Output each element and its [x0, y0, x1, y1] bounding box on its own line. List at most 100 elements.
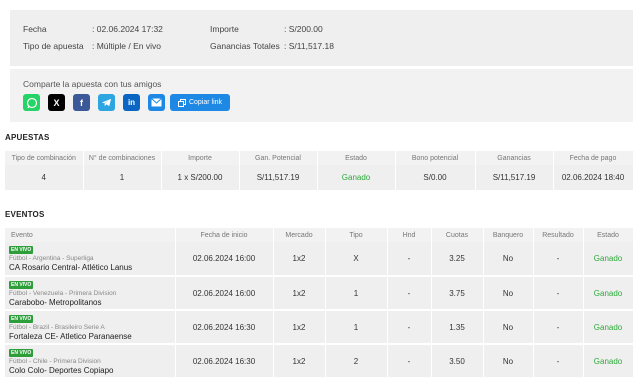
cell-importe: 1 x S/200.00: [161, 165, 240, 190]
cell-estado: Ganado: [583, 344, 634, 379]
cell-tipo: 1: [325, 276, 388, 311]
col-tipo-combinacion: Tipo de combinación: [5, 151, 84, 165]
cell-hnd: -: [387, 344, 432, 379]
cell-tipo: 1: [325, 310, 388, 345]
copy-link-button[interactable]: Copiar link: [170, 94, 230, 111]
cell-fecha-inicio: 02.06.2024 16:30: [175, 344, 274, 379]
linkedin-icon: in: [127, 98, 136, 107]
tipo-value: : Múltiple / En vivo: [92, 41, 161, 51]
cell-ganancias: S/11,517.19: [475, 165, 554, 190]
cell-num-combinaciones: 1: [83, 165, 162, 190]
whatsapp-icon: [26, 97, 37, 108]
col-tipo: Tipo: [325, 228, 388, 242]
event-match: Colo Colo- Deportes Copiapo: [9, 365, 114, 375]
cell-tipo: 2: [325, 344, 388, 379]
bet-summary-panel: Fecha : 02.06.2024 17:32 Tipo de apuesta…: [10, 10, 633, 66]
col-ganancias: Ganancias: [475, 151, 554, 165]
cell-tipo-combinacion: 4: [5, 165, 84, 190]
event-match: Carabobo- Metropolitanos: [9, 297, 102, 307]
col-estado: Estado: [583, 228, 634, 242]
col-resultado: Resultado: [533, 228, 584, 242]
col-fecha-pago: Fecha de pago: [553, 151, 634, 165]
event-league: Fútbol - Venezuela - Primera Division: [9, 289, 117, 297]
event-match: CA Rosario Central- Atlético Lanus: [9, 263, 133, 272]
cell-mercado: 1x2: [273, 276, 326, 311]
telegram-icon: [101, 98, 112, 107]
cell-hnd: -: [387, 242, 432, 277]
fecha-label: Fecha: [23, 24, 47, 34]
bets-header-row: Tipo de combinación N° de combinaciones …: [5, 151, 634, 165]
cell-cuota: 3.50: [431, 344, 484, 379]
events-header-row: Evento Fecha de inicio Mercado Tipo Hnd …: [5, 228, 634, 242]
col-hnd: Hnd: [387, 228, 432, 242]
copy-icon: [177, 98, 186, 107]
cell-gan-potencial: S/11,517.19: [239, 165, 318, 190]
event-cell: EN VIVO Fútbol - Argentina - Superliga C…: [5, 242, 176, 277]
cell-fecha-pago: 02.06.2024 18:40: [553, 165, 634, 190]
cell-bono-potencial: S/0.00: [395, 165, 476, 190]
table-row: EN VIVO Fútbol - Argentina - Superliga C…: [5, 242, 634, 277]
table-row: EN VIVO Fútbol - Brazil - Brasileiro Ser…: [5, 310, 634, 345]
live-badge: EN VIVO: [9, 314, 34, 323]
cell-estado: Ganado: [583, 276, 634, 311]
importe-value: : S/200.00: [284, 24, 323, 34]
cell-fecha-inicio: 02.06.2024 16:00: [175, 242, 274, 277]
importe-label: Importe: [210, 24, 239, 34]
event-cell: EN VIVO Fútbol - Chile - Primera Divisio…: [5, 344, 176, 379]
cell-resultado: -: [533, 276, 584, 311]
live-badge: EN VIVO: [9, 246, 34, 254]
cell-mercado: 1x2: [273, 310, 326, 345]
cell-estado: Ganado: [583, 310, 634, 345]
facebook-button[interactable]: f: [73, 94, 90, 111]
event-cell: EN VIVO Fútbol - Venezuela - Primera Div…: [5, 276, 176, 311]
events-table: Evento Fecha de inicio Mercado Tipo Hnd …: [5, 228, 634, 379]
bets-table: Tipo de combinación N° de combinaciones …: [5, 151, 634, 190]
event-league: Fútbol - Chile - Primera Division: [9, 357, 101, 365]
col-importe: Importe: [161, 151, 240, 165]
live-badge: EN VIVO: [9, 348, 34, 357]
cell-banquero: No: [483, 242, 534, 277]
cell-estado: Ganado: [583, 242, 634, 277]
telegram-button[interactable]: [98, 94, 115, 111]
cell-fecha-inicio: 02.06.2024 16:00: [175, 276, 274, 311]
x-icon: X: [53, 97, 60, 108]
col-estado: Estado: [317, 151, 396, 165]
cell-tipo: X: [325, 242, 388, 277]
share-panel: Comparte la apuesta con tus amigos X f i…: [10, 69, 633, 122]
ganancias-label: Ganancias Totales: [210, 41, 280, 51]
facebook-icon: f: [80, 97, 83, 108]
table-row: EN VIVO Fútbol - Chile - Primera Divisio…: [5, 344, 634, 379]
x-button[interactable]: X: [48, 94, 65, 111]
share-title: Comparte la apuesta con tus amigos: [23, 79, 162, 89]
whatsapp-button[interactable]: [23, 94, 40, 111]
email-icon: [151, 98, 162, 107]
cell-estado: Ganado: [317, 165, 396, 190]
tipo-label: Tipo de apuesta: [23, 41, 84, 51]
cell-cuota: 1.35: [431, 310, 484, 345]
email-button[interactable]: [148, 94, 165, 111]
cell-cuota: 3.75: [431, 276, 484, 311]
table-row: 4 1 1 x S/200.00 S/11,517.19 Ganado S/0.…: [5, 165, 634, 190]
col-mercado: Mercado: [273, 228, 326, 242]
copy-link-label: Copiar link: [188, 99, 223, 106]
col-fecha-inicio: Fecha de inicio: [175, 228, 274, 242]
fecha-value: : 02.06.2024 17:32: [92, 24, 163, 34]
cell-resultado: -: [533, 344, 584, 379]
col-bono-potencial: Bono potencial: [395, 151, 476, 165]
event-match: Fortaleza CE- Atletico Paranaense: [9, 331, 132, 341]
cell-hnd: -: [387, 310, 432, 345]
col-gan-potencial: Gan. Potencial: [239, 151, 318, 165]
linkedin-button[interactable]: in: [123, 94, 140, 111]
cell-resultado: -: [533, 242, 584, 277]
cell-mercado: 1x2: [273, 344, 326, 379]
apuestas-title: APUESTAS: [5, 133, 50, 142]
cell-fecha-inicio: 02.06.2024 16:30: [175, 310, 274, 345]
col-banquero: Banquero: [483, 228, 534, 242]
col-evento: Evento: [5, 228, 176, 242]
ganancias-value: : S/11,517.18: [284, 41, 334, 51]
col-cuotas: Cuotas: [431, 228, 484, 242]
col-num-combinaciones: N° de combinaciones: [83, 151, 162, 165]
cell-resultado: -: [533, 310, 584, 345]
table-row: EN VIVO Fútbol - Venezuela - Primera Div…: [5, 276, 634, 311]
cell-mercado: 1x2: [273, 242, 326, 277]
